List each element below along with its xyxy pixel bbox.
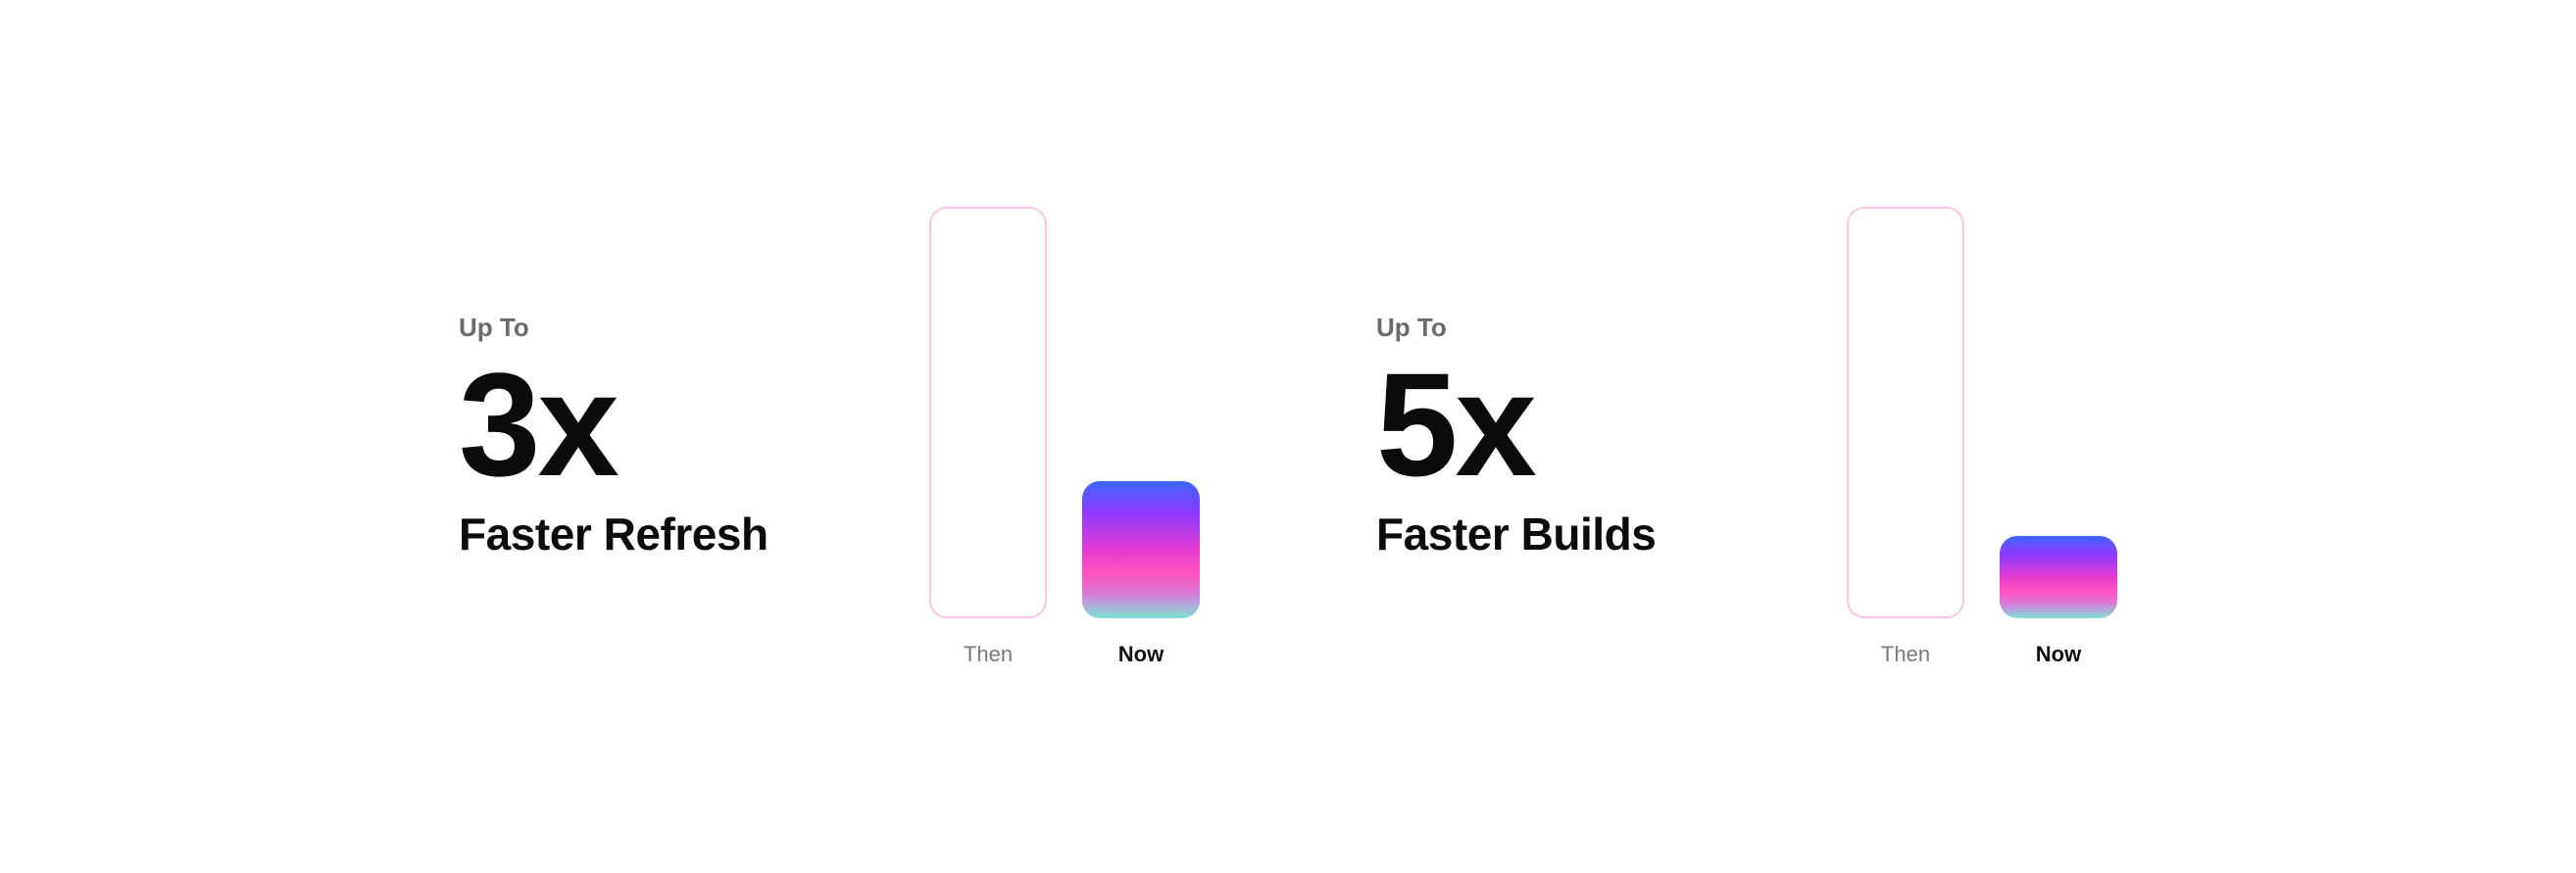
bar-label-then: Then — [1847, 642, 1964, 667]
metric-value: 5x — [1376, 351, 1788, 498]
bars-builds — [1847, 207, 2117, 618]
text-block-builds: Up To 5x Faster Builds — [1376, 313, 1788, 560]
bars-wrap-builds: Then Now — [1847, 207, 2117, 667]
bar-label-now: Now — [1082, 642, 1200, 667]
bar-labels-builds: Then Now — [1847, 642, 2117, 667]
bar-then-refresh — [929, 207, 1047, 618]
bar-now-builds — [2000, 536, 2117, 618]
bar-then-builds — [1847, 207, 1964, 618]
text-block-refresh: Up To 3x Faster Refresh — [459, 313, 870, 560]
bars-wrap-refresh: Then Now — [929, 207, 1200, 667]
bar-now-refresh — [1082, 481, 1200, 618]
bar-label-now: Now — [2000, 642, 2117, 667]
bar-label-then: Then — [929, 642, 1047, 667]
bars-refresh — [929, 207, 1200, 618]
eyebrow-label: Up To — [459, 313, 870, 343]
subtitle-label: Faster Refresh — [459, 508, 870, 560]
subtitle-label: Faster Builds — [1376, 508, 1788, 560]
panel-refresh: Up To 3x Faster Refresh Then Now — [459, 207, 1200, 667]
metric-value: 3x — [459, 351, 870, 498]
panel-builds: Up To 5x Faster Builds Then Now — [1376, 207, 2117, 667]
eyebrow-label: Up To — [1376, 313, 1788, 343]
bar-labels-refresh: Then Now — [929, 642, 1200, 667]
